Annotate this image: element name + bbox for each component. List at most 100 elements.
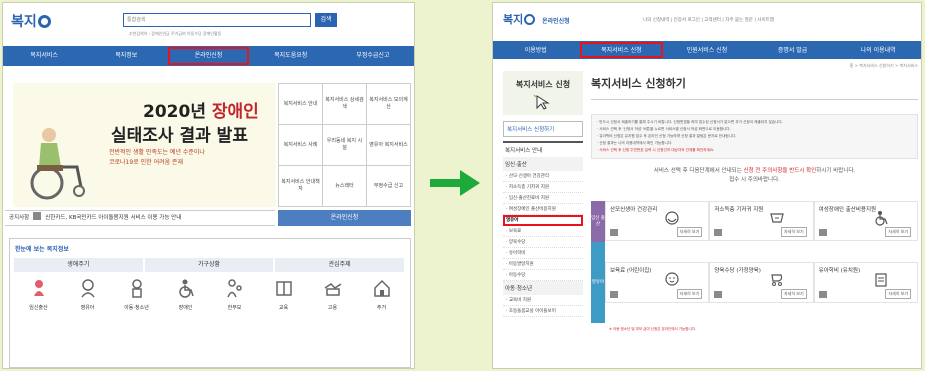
clipboard-icon (875, 272, 887, 287)
nav-fraud-report[interactable]: 부정수급신고 (332, 46, 414, 66)
sidebar-item[interactable]: · 양육수당 (503, 237, 583, 248)
sidebar-item[interactable]: · 저소득층 기저귀 지원 (503, 182, 583, 193)
sidebar-item[interactable]: · 아동발달지원 (503, 259, 583, 270)
quick-link[interactable]: 복지서비스 안내 (279, 84, 323, 125)
child-face-icon (665, 271, 679, 286)
note-emphasis: 신청 전 주의사항을 반드시 확인 (743, 168, 817, 174)
guide-line: · 유아학비 신청은 유치원 접수 후 온라인 신청 가능하며 신청 결과 알림… (597, 134, 737, 138)
sidebar-item[interactable]: · 초등돌봄교실 아이돌보미 (503, 306, 583, 317)
online-apply-button[interactable]: 온라인신청 (278, 210, 411, 226)
top-utility-links[interactable]: 나의 신청내역 | 인증서 로그인 | 고객센터 | 자주 묻는 질문 | 사이… (643, 17, 774, 23)
welfare-item[interactable]: 장애인 (161, 278, 210, 311)
search-button[interactable]: 검색 (315, 13, 337, 27)
notice-label: 공지사항 (9, 215, 30, 221)
service-card[interactable]: 보육료 (어린이집) 자세히 보기 (605, 261, 710, 303)
service-card[interactable]: 유아학비 (유치원) 자세히 보기 (813, 261, 918, 303)
nav-welfare-apply[interactable]: 복지서비스 신청 (579, 41, 665, 59)
breadcrumb: 홈 > 복지서비스 신청하기 > 복지서비스 (849, 63, 918, 68)
welfare-item[interactable]: 임신출산 (14, 278, 63, 311)
note-suffix: 하시기 바랍니다. (816, 168, 856, 174)
site-logo[interactable]: 복지 (11, 11, 51, 31)
quick-link[interactable]: 영유아 복지서비스 (367, 125, 411, 166)
sidebar-category-youth[interactable]: 아동·청소년 (503, 281, 583, 295)
service-checkbox[interactable] (818, 290, 827, 298)
house-icon (373, 279, 390, 297)
welfare-item-label: 한부모 (227, 305, 242, 311)
group-label-pregnancy: 임신 출산 (591, 201, 605, 242)
quick-link[interactable]: 복지서비스 모의계산 (367, 84, 411, 125)
search-placeholder: 통합검색 (127, 17, 146, 23)
view-detail-button[interactable]: 자세히 보기 (885, 227, 911, 237)
service-checkbox[interactable] (818, 229, 827, 236)
online-nav: 이용방법 복지서비스 신청 민원서비스 신청 증명서 발급 나의 이용내역 (493, 41, 921, 59)
quick-link[interactable]: 우리동네 복지 시설 (323, 125, 367, 166)
banner-title-line2: 실태조사 결과 발표 (111, 126, 248, 146)
welfare-info-panel: 한눈에 보는 복지정보 생애주기 가구상황 관심주제 임신출산 영유아 아동·청… (9, 238, 411, 368)
sidebar-apply-guide-button[interactable]: 복지서비스 신청하기 (503, 121, 583, 137)
sidebar-category-pregnancy[interactable]: 임신·출산 (503, 157, 583, 171)
wheelchair-icon (875, 211, 888, 226)
service-name: 여성장애인 출산비용지원 (818, 207, 877, 213)
nav-welfare-service[interactable]: 복지서비스 (3, 46, 85, 66)
view-detail-button[interactable]: 자세히 보기 (676, 288, 703, 299)
quick-link[interactable]: 복지서비스 상세검색 (323, 84, 367, 125)
sidebar-item[interactable]: · 임신·출산진료비 지원 (503, 193, 583, 204)
service-card[interactable]: 양육수당 (가정양육) 자세히 보기 (709, 261, 814, 303)
nav-welfare-info[interactable]: 복지정보 (85, 46, 167, 66)
service-card[interactable]: 저소득층 기저귀 지원 자세히 보기 (709, 201, 814, 241)
banner-title-prefix: 2020년 (143, 102, 212, 122)
main-banner[interactable]: 2020년 장애인 실태조사 결과 발표 전반적인 생활 만족도는 예년 수준이… (13, 83, 276, 207)
quick-links-grid: 복지서비스 안내 복지서비스 상세검색 복지서비스 모의계산 복지서비스 사례 … (278, 83, 411, 207)
service-name: 산모신생아 건강관리 (610, 207, 658, 213)
nav-help-request[interactable]: 복지도움요청 (250, 46, 332, 66)
logo-ring-icon (37, 15, 51, 28)
service-checkbox[interactable] (714, 290, 723, 298)
service-card[interactable]: 산모신생아 건강관리 자세히 보기 (605, 201, 710, 241)
sidebar-item[interactable]: · 아동수당 (503, 270, 583, 281)
sidebar-item[interactable]: · 유아학비 (503, 248, 583, 259)
quick-link[interactable]: 복지서비스 사례 (279, 125, 323, 166)
welfare-item[interactable]: 교육 (259, 278, 308, 311)
nav-my-history[interactable]: 나의 이용내역 (835, 41, 921, 59)
site-logo[interactable]: 복지 온라인신청 (503, 11, 570, 27)
sidebar-item[interactable]: · 산모·신생아 건강관리 (503, 171, 583, 182)
notice-text[interactable]: 신한카드, KB국민카드 아이돌봄지원 서비스 이용 가능 안내 (45, 215, 181, 221)
welfare-item-label: 임신출산 (29, 305, 48, 311)
welfare-item[interactable]: 아동·청소년 (112, 278, 161, 311)
nav-how-to-use[interactable]: 이용방법 (493, 41, 579, 59)
mother-baby-icon (665, 211, 679, 225)
view-detail-button[interactable]: 자세히 보기 (780, 288, 807, 299)
nav-certificate[interactable]: 증명서 발급 (750, 41, 836, 59)
guide-line: · 신청 결과는 나의 이용내역에서 확인 가능합니다. (597, 141, 673, 145)
view-detail-button[interactable]: 자세히 보기 (676, 227, 703, 237)
quick-link[interactable]: 뉴스레터 (323, 166, 367, 207)
service-checkbox[interactable] (610, 229, 618, 236)
view-detail-button[interactable]: 자세히 보기 (780, 227, 807, 237)
sidebar-item[interactable]: · 여성장애인 출산비용지원 (503, 204, 583, 215)
nav-civil-apply[interactable]: 민원서비스 신청 (664, 41, 750, 59)
view-detail-button[interactable]: 자세히 보기 (885, 288, 911, 299)
welfare-item[interactable]: 고용 (308, 278, 357, 311)
welfare-item[interactable]: 주거 (357, 278, 406, 311)
sidebar-item-infant-selected[interactable]: 영유아 (503, 215, 583, 226)
category-tab[interactable]: 관심주제 (275, 258, 405, 272)
sidebar-item[interactable]: · 교육비 지원 (503, 295, 583, 306)
service-checkbox[interactable] (714, 229, 723, 236)
service-checkbox[interactable] (610, 290, 618, 298)
welfare-panel-title: 한눈에 보는 복지정보 (15, 246, 69, 253)
guide-line: · 서비스 선택 후 '신청서 작성' 버튼을 누르면 서비스별 신청서 작성 … (597, 127, 731, 131)
child-icon (131, 279, 142, 298)
category-tab[interactable]: 가구상황 (144, 258, 274, 272)
quick-link[interactable]: 부정수급 신고 (367, 166, 411, 207)
category-tab[interactable]: 생애주기 (14, 258, 143, 272)
welfare-item[interactable]: 영유아 (63, 278, 112, 311)
welfare-categories: 생애주기 가구상황 관심주제 (14, 258, 406, 272)
notice-more-icon[interactable] (33, 212, 42, 220)
sidebar-item[interactable]: · 보육료 (503, 226, 583, 237)
nav-online-apply[interactable]: 온라인신청 (167, 46, 249, 66)
service-card[interactable]: 여성장애인 출산비용지원 자세히 보기 (813, 201, 918, 241)
welfare-item-label: 교육 (278, 305, 289, 311)
welfare-item[interactable]: 한부모 (210, 278, 259, 311)
search-input[interactable]: 통합검색 (123, 13, 311, 27)
quick-link[interactable]: 복지서비스 안내책자 (279, 166, 323, 207)
